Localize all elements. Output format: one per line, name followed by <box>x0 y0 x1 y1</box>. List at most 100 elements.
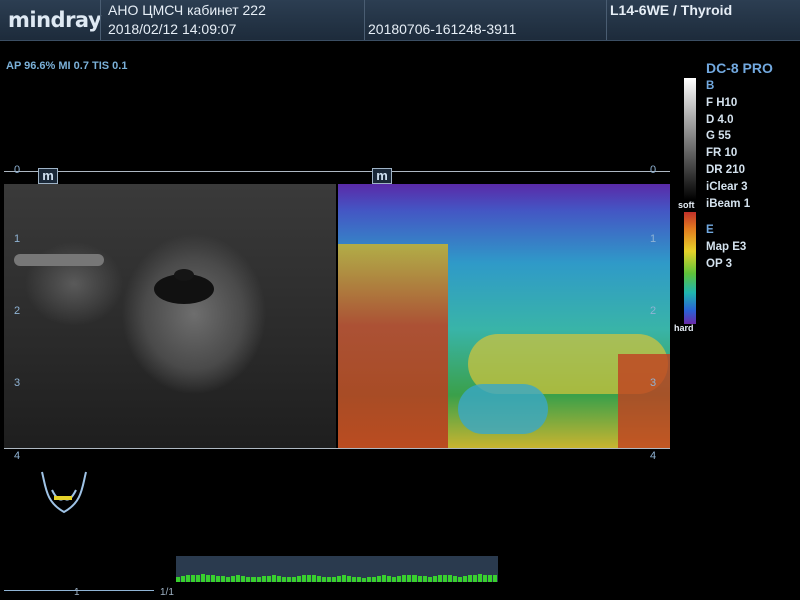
depth-tick: 0 <box>14 164 21 176</box>
cine-frame-bar <box>387 576 392 582</box>
cine-frame-bar <box>472 574 477 582</box>
bottom-border-line <box>4 448 670 449</box>
probe-preset: L14-6WE / Thyroid <box>610 2 733 18</box>
acoustic-output-readout: AP 96.6% MI 0.7 TIS 0.1 <box>6 60 128 72</box>
depth-tick: 1 <box>650 233 657 245</box>
system-title: DC-8 PRO <box>706 60 773 76</box>
e-mode-params: E Map E3 OP 3 <box>706 222 746 272</box>
thyroid-bodymark-icon[interactable] <box>36 468 92 518</box>
cine-frame-bar <box>196 574 201 582</box>
cine-frame-bar <box>201 574 206 582</box>
cine-loop-bar[interactable] <box>176 556 498 582</box>
hard-region-right <box>618 354 670 448</box>
cine-frame-bar <box>462 576 467 582</box>
facility-label: АНО ЦМСЧ кабинет 222 <box>108 2 266 18</box>
cine-frame-bar <box>347 576 352 582</box>
param-item: iBeam 1 <box>706 197 751 210</box>
cine-frame-bar <box>407 574 412 582</box>
cine-frame-bar <box>342 575 347 582</box>
param-item: D 4.0 <box>706 113 734 126</box>
top-bar: mindray АНО ЦМСЧ кабинет 222 2018/02/12 … <box>0 0 800 41</box>
depth-tick: 2 <box>650 305 657 317</box>
param-item: Map E3 <box>706 240 747 253</box>
cine-frame-bar <box>492 574 497 582</box>
cine-frame-bar <box>261 576 266 582</box>
cine-frame-bar <box>372 576 377 582</box>
cine-frame-bar <box>382 575 387 582</box>
cine-frame-bar <box>402 575 407 582</box>
hard-label: hard <box>674 323 694 333</box>
depth-tick: 3 <box>650 377 657 389</box>
marker-badge: m <box>38 168 58 184</box>
b-section-label: B <box>706 80 715 92</box>
grayscale-bar <box>684 78 696 200</box>
exam-id: 20180706-161248-3911 <box>368 21 517 37</box>
e-section-label: E <box>706 224 714 236</box>
cine-frame-bar <box>452 576 457 582</box>
cine-frame-bar <box>251 577 256 582</box>
param-item: DR 210 <box>706 163 745 176</box>
cine-frame-bar <box>256 576 261 582</box>
param-item: iClear 3 <box>706 180 748 193</box>
cine-frame-bar <box>271 575 276 582</box>
cine-frame-bar <box>211 575 216 582</box>
cine-frame-bar <box>331 576 336 582</box>
cine-frame-bar <box>286 577 291 582</box>
cine-frame-bar <box>236 575 241 582</box>
hard-region <box>338 244 448 448</box>
cine-frame-bar <box>241 576 246 582</box>
cine-frame-bar <box>482 574 487 582</box>
cine-frame-bar <box>362 577 367 582</box>
cine-frame-bar <box>337 576 342 582</box>
param-item: G 55 <box>706 130 731 143</box>
cine-frame-bar <box>321 576 326 582</box>
cine-frame-bar <box>296 576 301 582</box>
cine-frame-bar <box>437 575 442 582</box>
cine-frame-bar <box>246 576 251 582</box>
cine-frame-bar <box>186 575 191 582</box>
cine-frame-bar <box>442 574 447 582</box>
cine-frame-bar <box>206 574 211 582</box>
cine-frame-bar <box>181 576 186 582</box>
depth-tick: 3 <box>14 377 21 389</box>
cine-frame-bar <box>311 575 316 582</box>
cine-frame-bar <box>487 575 492 582</box>
cine-frame-bar <box>457 576 462 582</box>
cine-frame-bar <box>377 576 382 582</box>
tissue-band <box>14 254 104 266</box>
cine-frame-bar <box>422 576 427 582</box>
cine-frame-bar <box>352 576 357 582</box>
cine-frame-bar <box>231 576 236 582</box>
cine-frame-bar <box>367 577 372 582</box>
depth-tick: 0 <box>650 164 657 176</box>
cine-frame-bar <box>176 576 181 582</box>
cine-frame-bar <box>417 576 422 582</box>
elastography-image[interactable] <box>338 184 670 448</box>
brand-logo: mindray <box>8 8 102 32</box>
b-mode-image[interactable] <box>4 184 336 448</box>
marker-badge: m <box>372 168 392 184</box>
cine-frame-bar <box>357 577 362 582</box>
top-border-line <box>4 171 670 172</box>
cine-frame-bar <box>392 576 397 582</box>
cine-frame-bar <box>301 575 306 582</box>
cine-frame-bar <box>432 576 437 582</box>
cine-frame-bar <box>316 576 321 582</box>
param-item: F H10 <box>706 96 738 109</box>
cine-frame-bar <box>447 575 452 582</box>
cine-frame-bar <box>226 576 231 582</box>
cine-frame-label: 1 <box>74 587 80 598</box>
cine-frame-bar <box>266 576 271 582</box>
cine-frame-bar <box>326 577 331 582</box>
cine-frame-bar <box>216 576 221 582</box>
separator <box>100 0 101 40</box>
cine-frame-bar <box>306 574 311 582</box>
elasticity-color-scale <box>684 212 696 324</box>
soft-region <box>458 384 548 434</box>
cine-page: 1/1 <box>160 587 174 598</box>
cine-frame-bar <box>397 576 402 582</box>
b-mode-params: B F H10 D 4.0 G 55 FR 10 DR 210 iClear 3… <box>706 78 750 212</box>
cine-frame-bar <box>281 576 286 582</box>
soft-label: soft <box>678 200 695 210</box>
depth-tick: 1 <box>14 233 21 245</box>
